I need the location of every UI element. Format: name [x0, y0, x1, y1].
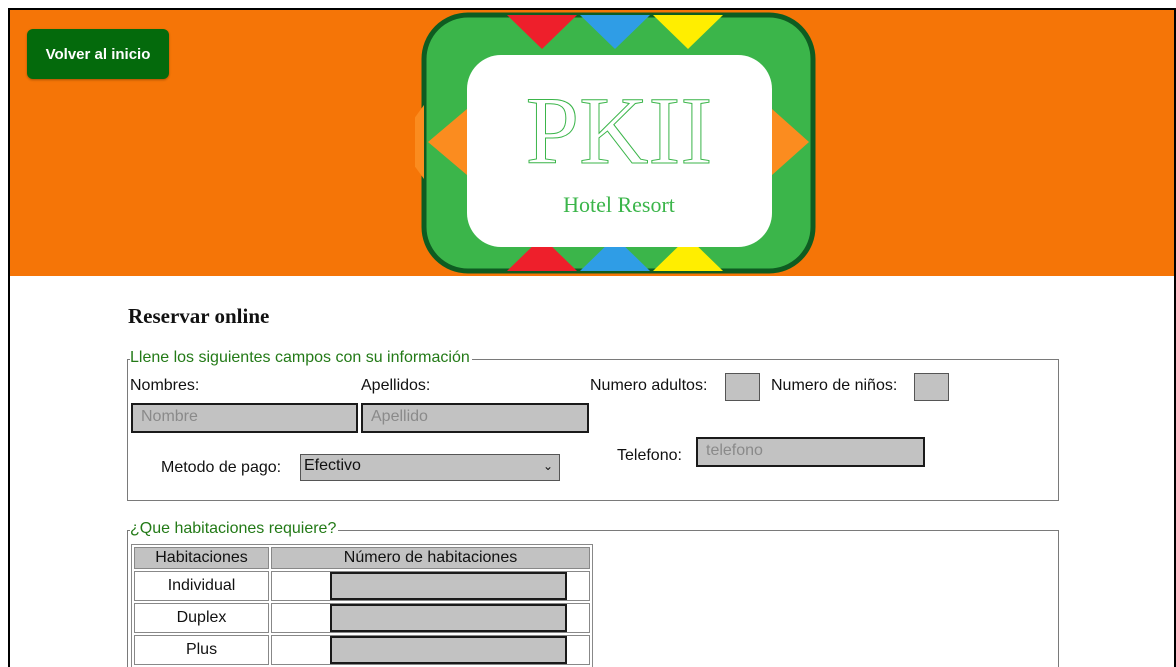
back-home-button[interactable]: Volver al inicio [27, 29, 169, 79]
page-title: Reservar online [128, 304, 270, 328]
info-fieldset: Llene los siguientes campos con su infor… [127, 349, 1059, 501]
room-count-input[interactable] [330, 636, 567, 664]
chevron-down-icon: ⌄ [542, 459, 553, 473]
room-count-cell [271, 635, 590, 665]
logo-subtitle: Hotel Resort [563, 192, 675, 217]
table-header-row: Habitaciones Número de habitaciones [134, 547, 590, 569]
payment-selected-value: Efectivo [304, 457, 361, 474]
logo-title: PKII [526, 77, 713, 184]
table-row: Plus [134, 635, 590, 665]
column-header: Número de habitaciones [271, 547, 590, 569]
room-type-cell: Plus [134, 635, 269, 665]
phone-input[interactable]: telefono [696, 437, 925, 467]
room-count-cell [271, 571, 590, 601]
payment-select[interactable]: Efectivo ⌄ [300, 454, 560, 481]
column-header: Habitaciones [134, 547, 269, 569]
table-row: Duplex [134, 603, 590, 633]
last-name-label: Apellidos: [361, 377, 431, 394]
first-name-input[interactable]: Nombre [131, 403, 358, 433]
room-count-input[interactable] [330, 572, 567, 600]
phone-label: Telefono: [617, 447, 682, 464]
adults-input[interactable] [725, 373, 760, 401]
info-legend: Llene los siguientes campos con su infor… [130, 349, 472, 367]
last-name-input[interactable]: Apellido [361, 403, 589, 433]
children-input[interactable] [914, 373, 949, 401]
site-header: Volver al inicio PKII Hotel Resort [10, 10, 1174, 276]
adults-label: Numero adultos: [590, 377, 708, 394]
first-name-label: Nombres: [130, 377, 200, 394]
payment-label: Metodo de pago: [161, 459, 282, 476]
hotel-logo: PKII Hotel Resort [415, 11, 817, 275]
children-label: Numero de niños: [771, 377, 898, 394]
rooms-fieldset: ¿Que habitaciones requiere? Habitaciones… [127, 520, 1059, 667]
room-count-input[interactable] [330, 604, 567, 632]
rooms-table: Habitaciones Número de habitaciones Indi… [131, 544, 593, 667]
table-row: Individual [134, 571, 590, 601]
page-frame: Volver al inicio PKII Hotel Resort Reser… [8, 8, 1176, 667]
room-type-cell: Duplex [134, 603, 269, 633]
rooms-legend: ¿Que habitaciones requiere? [130, 520, 339, 538]
room-count-cell [271, 603, 590, 633]
room-type-cell: Individual [134, 571, 269, 601]
